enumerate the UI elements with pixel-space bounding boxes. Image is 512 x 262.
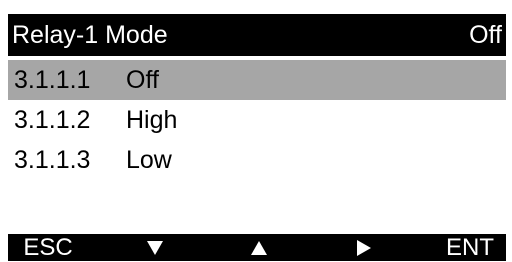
page-title: Relay-1 Mode	[12, 20, 168, 49]
up-triangle-icon	[251, 240, 267, 255]
softkey-bar: ESC ENT	[8, 234, 506, 261]
menu-item-number: 3.1.1.3	[14, 145, 91, 174]
down-triangle-icon	[146, 240, 163, 255]
menu-item-high[interactable]: 3.1.1.2 High	[8, 100, 506, 140]
down-button[interactable]	[127, 234, 183, 261]
menu-item-label: Off	[126, 65, 159, 94]
right-triangle-icon	[356, 239, 371, 256]
screen-header: Relay-1 Mode Off	[8, 14, 506, 56]
menu-item-label: High	[126, 105, 178, 134]
menu-item-number: 3.1.1.1	[14, 65, 91, 94]
option-menu: 3.1.1.1 Off 3.1.1.2 High 3.1.1.3 Low	[8, 60, 506, 180]
up-button[interactable]	[231, 234, 287, 261]
right-button[interactable]	[336, 234, 392, 261]
menu-item-low[interactable]: 3.1.1.3 Low	[8, 140, 506, 180]
menu-item-off[interactable]: 3.1.1.1 Off	[8, 60, 506, 100]
esc-button[interactable]: ESC	[18, 234, 78, 261]
menu-item-label: Low	[126, 145, 172, 174]
current-mode-value: Off	[469, 20, 502, 49]
menu-item-number: 3.1.1.2	[14, 105, 91, 134]
ent-button[interactable]: ENT	[440, 234, 500, 261]
